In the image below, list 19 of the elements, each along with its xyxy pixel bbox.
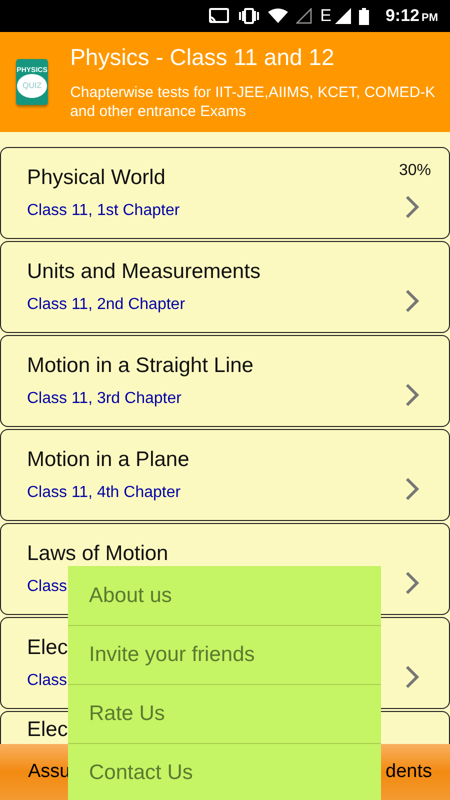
chapter-title: Motion in a Straight Line	[27, 354, 254, 378]
app-subtitle: Chapterwise tests for IIT-JEE,AIIMS, KCET, COMED-K and other entrance Exams	[70, 82, 436, 120]
progress-percent: 30%	[398, 162, 431, 180]
chapter-subtitle: Class 11, 3rd Chapter	[27, 390, 182, 408]
chapter-subtitle: Class 11, 2nd Chapter	[27, 296, 186, 314]
network-type: E	[320, 6, 332, 26]
chapter-title: Laws of Motion	[27, 542, 168, 566]
clock: 9:12 PM	[385, 6, 438, 26]
bottom-text: dents	[386, 761, 432, 783]
chapter-title: Elec	[27, 636, 68, 660]
chapter-title: Elec	[27, 718, 68, 742]
chapter-subtitle: Class	[27, 672, 68, 690]
chapter-subtitle: Class 11, 1st Chapter	[27, 202, 180, 220]
chapter-subtitle: Class 11, 4th Chapter	[27, 484, 181, 502]
chapter-subtitle: Class	[27, 578, 68, 596]
chapter-title: Physical World	[27, 166, 166, 190]
chapter-title: Motion in a Plane	[27, 448, 190, 472]
app-title: Physics - Class 11 and 12	[70, 44, 336, 70]
chapter-title: Units and Measurements	[27, 260, 260, 284]
